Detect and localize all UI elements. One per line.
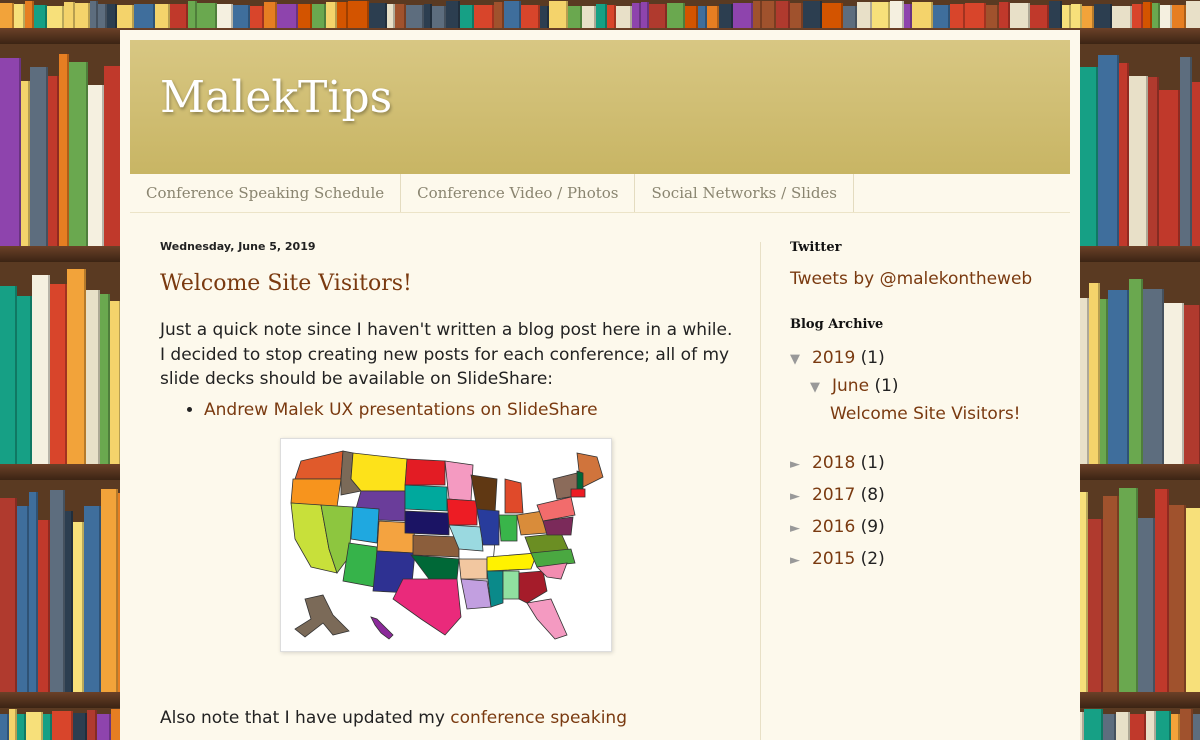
blog-archive: ▼ 2019 (1) ▼ June (1) Welcome Site Visitor… (790, 344, 1060, 575)
column-divider (760, 242, 761, 740)
tweets-link[interactable]: Tweets by @malekontheweb (790, 269, 1060, 289)
conference-speaking-link[interactable]: conference speaking (450, 708, 627, 728)
tab-conference-video-photos[interactable]: Conference Video / Photos (401, 174, 636, 212)
blog-title[interactable]: MalekTips (160, 72, 392, 123)
archive-year-label[interactable]: 2018 (812, 453, 855, 473)
list-item: Andrew Malek UX presentations on SlideSh… (204, 398, 740, 423)
post-para2-text: Also note that I have updated my (160, 708, 451, 728)
archive-year-2019[interactable]: ▼ 2019 (1) (790, 344, 1060, 372)
blog-page: MalekTips Conference Speaking Schedule C… (120, 30, 1080, 740)
archive-count: (1) (874, 376, 899, 396)
triangle-right-icon[interactable]: ► (790, 513, 812, 545)
archive-year-label[interactable]: 2015 (812, 549, 855, 569)
page-tabs: Conference Speaking Schedule Conference … (130, 174, 1070, 213)
archive-year-label[interactable]: 2016 (812, 517, 855, 537)
sidebar: Twitter Tweets by @malekontheweb Blog Ar… (790, 240, 1060, 575)
tab-conference-speaking-schedule[interactable]: Conference Speaking Schedule (130, 174, 402, 212)
slideshare-link[interactable]: Andrew Malek UX presentations on SlideSh… (204, 400, 598, 420)
blog-archive-title: Blog Archive (790, 317, 884, 332)
post-bullet-list: Andrew Malek UX presentations on SlideSh… (160, 398, 740, 423)
triangle-right-icon[interactable]: ► (790, 545, 812, 577)
us-map-image (280, 438, 612, 652)
archive-month-label[interactable]: June (832, 376, 869, 396)
archive-count: (9) (860, 517, 885, 537)
post-title[interactable]: Welcome Site Visitors! (160, 271, 740, 296)
archive-count: (1) (860, 453, 885, 473)
archive-post-link[interactable]: Welcome Site Visitors! (830, 404, 1021, 424)
triangle-down-icon[interactable]: ▼ (790, 346, 812, 374)
triangle-right-icon[interactable]: ► (790, 481, 812, 513)
archive-year-2017[interactable]: ► 2017 (8) (790, 479, 1060, 511)
post-date: Wednesday, June 5, 2019 (160, 240, 316, 253)
archive-year-2018[interactable]: ► 2018 (1) (790, 447, 1060, 479)
blog-header: MalekTips (130, 40, 1070, 174)
us-map-illustration (290, 450, 604, 640)
triangle-down-icon[interactable]: ▼ (810, 374, 832, 402)
post-column: Wednesday, June 5, 2019 Welcome Site Vis… (160, 240, 740, 728)
archive-month-june[interactable]: ▼ June (1) (790, 372, 1060, 400)
archive-post[interactable]: Welcome Site Visitors! (790, 400, 1060, 428)
post-paragraph-2: Also note that I have updated my confere… (160, 706, 740, 731)
post-intro: Just a quick note since I haven't writte… (160, 320, 733, 389)
archive-year-label[interactable]: 2017 (812, 485, 855, 505)
archive-count: (8) (860, 485, 885, 505)
twitter-title: Twitter (790, 240, 842, 255)
archive-year-label[interactable]: 2019 (812, 348, 855, 368)
archive-year-2015[interactable]: ► 2015 (2) (790, 543, 1060, 575)
archive-year-2016[interactable]: ► 2016 (9) (790, 511, 1060, 543)
archive-count: (1) (860, 348, 885, 368)
archive-count: (2) (860, 549, 885, 569)
post-body: Just a quick note since I haven't writte… (160, 318, 740, 422)
tab-social-networks-slides[interactable]: Social Networks / Slides (635, 174, 854, 212)
triangle-right-icon[interactable]: ► (790, 449, 812, 481)
